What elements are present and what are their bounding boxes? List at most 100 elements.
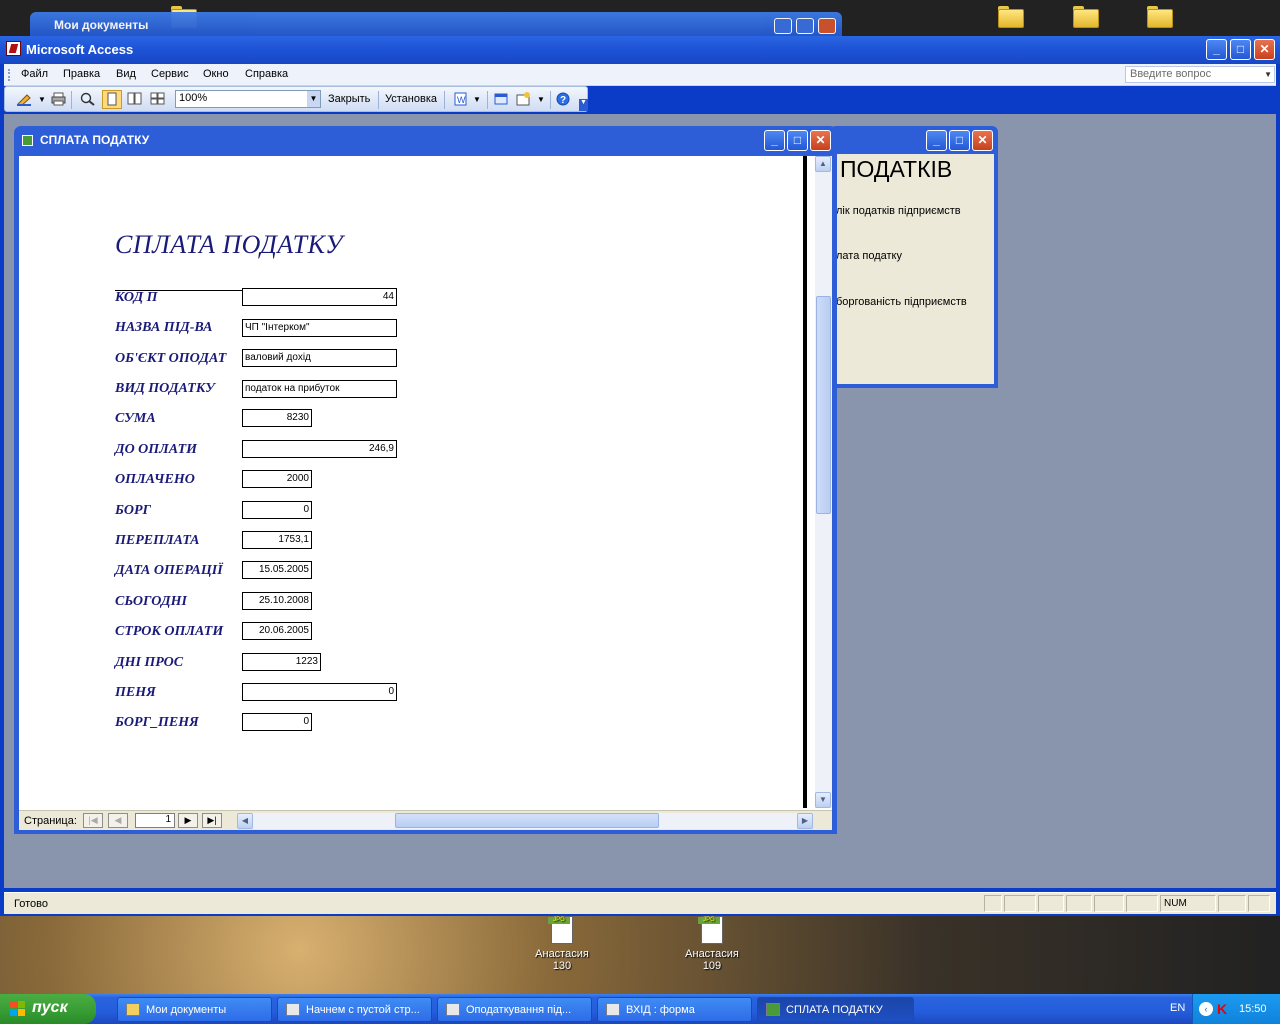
first-page-icon[interactable]: |◀ [83, 813, 103, 828]
close-button[interactable]: ✕ [972, 130, 993, 151]
close-button[interactable]: ✕ [810, 130, 831, 151]
taskbar-button[interactable]: Мои документы [117, 997, 272, 1022]
field-value: 15.05.2005 [242, 561, 312, 579]
desktop-folder-icon[interactable] [1147, 6, 1173, 28]
status-cell [1094, 895, 1124, 912]
minimize-button[interactable]: _ [926, 130, 947, 151]
horizontal-scroll-thumb[interactable] [395, 813, 659, 828]
desktop-file-number: 109 [702, 960, 722, 972]
office-links-icon[interactable]: W [453, 92, 468, 106]
desktop-folder-icon[interactable] [1073, 6, 1099, 28]
minimize-icon[interactable] [774, 18, 792, 34]
desktop-file-icon[interactable]: JPG Анастасия 109 [680, 916, 744, 972]
page-setup-button[interactable]: Установка [385, 93, 437, 105]
close-icon[interactable] [818, 18, 836, 34]
field-label: КОД П [115, 290, 158, 305]
chevron-down-icon[interactable]: ▼ [307, 91, 320, 107]
page-navigation-bar: Страница: |◀ ◀ 1 ▶ ▶| ◀ ▶ [19, 810, 832, 830]
page-number-input[interactable]: 1 [135, 813, 175, 828]
menu-view[interactable]: Вид [116, 68, 136, 80]
menu-bar: Файл Правка Вид Сервис Окно Справка Введ… [4, 64, 1276, 86]
field-value: 0 [242, 713, 312, 731]
jpg-file-icon: JPG [548, 916, 573, 944]
access-titlebar[interactable]: Microsoft Access _ □ ✕ [0, 36, 1280, 64]
menu-link-debts[interactable]: боргованість підприємств [836, 296, 967, 308]
maximize-button[interactable]: □ [1230, 39, 1251, 60]
scroll-up-icon[interactable]: ▲ [815, 156, 831, 172]
toolbar-separator [487, 91, 488, 109]
field-label: БОРГ_ПЕНЯ [115, 715, 199, 730]
field-value: ЧП "Інтерком" [242, 319, 397, 337]
taskbar-button-label: СПЛАТА ПОДАТКУ [786, 1004, 883, 1016]
menu-help[interactable]: Справка [245, 68, 288, 80]
menu-link-tax-payment[interactable]: лата податку [836, 250, 902, 262]
taskbar-button-label: Начнем с пустой стр... [306, 1004, 420, 1016]
menubar-grip[interactable] [8, 69, 10, 81]
taskbar-button-active[interactable]: СПЛАТА ПОДАТКУ [757, 997, 914, 1022]
taskbar-button[interactable]: Начнем с пустой стр... [277, 997, 432, 1022]
minimize-button[interactable]: _ [764, 130, 785, 151]
database-window-icon[interactable] [494, 92, 509, 106]
chevron-down-icon[interactable]: ▼ [473, 95, 481, 104]
desktop-file-icon[interactable]: JPG Анастасия 130 [530, 916, 594, 972]
desktop-file-number: 130 [552, 960, 572, 972]
prev-page-icon[interactable]: ◀ [108, 813, 128, 828]
report-client: СПЛАТА ПОДАТКУ КОД П 44 НАЗВА ПІД-ВА ЧП … [19, 156, 832, 830]
one-page-icon[interactable] [102, 90, 122, 109]
antivirus-icon[interactable]: K [1217, 1001, 1227, 1017]
tray-expand-icon[interactable]: ‹ [1199, 1002, 1213, 1016]
maximize-button[interactable]: □ [949, 130, 970, 151]
report-window[interactable]: СПЛАТА ПОДАТКУ _ □ ✕ СПЛАТА ПОДАТКУ КОД … [14, 126, 837, 834]
help-icon[interactable]: ? [556, 92, 571, 106]
vertical-scrollbar[interactable]: ▲ ▼ [815, 156, 832, 808]
design-view-icon[interactable] [17, 92, 32, 107]
multiple-pages-icon[interactable] [150, 92, 165, 106]
two-pages-icon[interactable] [127, 92, 142, 106]
toolbar-options-icon[interactable]: ▼ [579, 99, 588, 111]
magnifier-icon[interactable] [80, 92, 95, 106]
next-page-icon[interactable]: ▶ [178, 813, 198, 828]
menu-file[interactable]: Файл [21, 68, 48, 80]
scroll-left-icon[interactable]: ◀ [237, 813, 253, 829]
vertical-scroll-thumb[interactable] [816, 296, 831, 514]
menu-link-tax-list[interactable]: лік податків підприємств [836, 205, 961, 217]
jpg-file-icon: JPG [698, 916, 723, 944]
close-preview-button[interactable]: Закрыть [328, 93, 370, 105]
start-button[interactable]: пуск [0, 994, 96, 1024]
taskbar-button[interactable]: Оподаткування під... [437, 997, 592, 1022]
access-title: Microsoft Access [26, 42, 134, 57]
close-button[interactable]: ✕ [1254, 39, 1275, 60]
page-label: Страница: [24, 815, 77, 827]
scroll-right-icon[interactable]: ▶ [797, 813, 813, 829]
menu-window[interactable]: Окно [203, 68, 229, 80]
minimize-button[interactable]: _ [1206, 39, 1227, 60]
status-bar: Готово NUM [4, 892, 1276, 914]
language-indicator[interactable]: EN [1170, 1002, 1185, 1014]
last-page-icon[interactable]: ▶| [202, 813, 222, 828]
field-label: ОПЛАЧЕНО [115, 472, 195, 487]
main-menu-form-window[interactable]: _ □ ✕ ПОДАТКІВ лік податків підприємств … [830, 126, 998, 388]
status-cell [1066, 895, 1092, 912]
zoom-select[interactable]: 100% ▼ [175, 90, 321, 108]
menu-form-client: ПОДАТКІВ лік податків підприємств лата п… [836, 154, 994, 384]
maximize-button[interactable]: □ [787, 130, 808, 151]
field-value: 44 [242, 288, 397, 306]
menu-edit[interactable]: Правка [63, 68, 100, 80]
desktop-folder-icon[interactable] [998, 6, 1024, 28]
print-icon[interactable] [51, 92, 66, 106]
field-label: ПЕРЕПЛАТА [115, 533, 200, 548]
status-cell [1248, 895, 1270, 912]
ask-question-box[interactable]: Введите вопрос ▼ [1125, 66, 1275, 83]
field-value: 0 [242, 501, 312, 519]
chevron-down-icon[interactable]: ▼ [537, 95, 545, 104]
scroll-down-icon[interactable]: ▼ [815, 792, 831, 808]
new-object-icon[interactable] [516, 92, 531, 106]
taskbar-button[interactable]: ВХІД : форма [597, 997, 752, 1022]
report-heading: СПЛАТА ПОДАТКУ [115, 230, 344, 259]
horizontal-scrollbar[interactable]: ◀ ▶ [237, 813, 813, 829]
menu-tools[interactable]: Сервис [151, 68, 189, 80]
maximize-icon[interactable] [796, 18, 814, 34]
background-window-titlebar[interactable]: Мои документы [30, 12, 842, 36]
chevron-down-icon[interactable]: ▼ [38, 95, 46, 104]
chevron-down-icon[interactable]: ▼ [1264, 70, 1272, 79]
